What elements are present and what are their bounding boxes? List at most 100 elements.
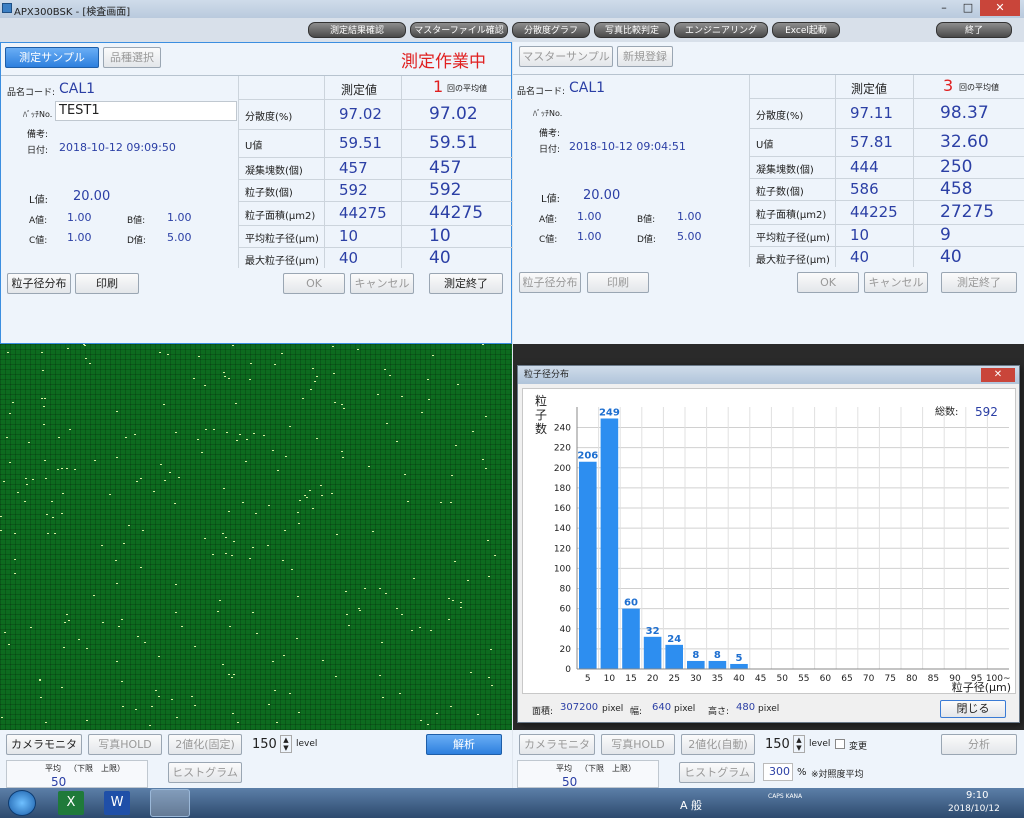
- ok-button[interactable]: OK: [283, 273, 345, 294]
- minimize-button[interactable]: –: [932, 0, 956, 16]
- measured-value: 586: [850, 180, 879, 198]
- camera-monitor-button[interactable]: カメラモニター: [6, 734, 82, 770]
- particle-dot: [232, 345, 234, 346]
- y-tick-label: 220: [554, 444, 571, 454]
- particle-dot: [413, 578, 415, 579]
- particle-dot: [115, 560, 117, 561]
- maximize-button[interactable]: □: [956, 0, 980, 16]
- tab-master-sample[interactable]: マスターサンプル: [519, 46, 613, 67]
- binarize-auto-button[interactable]: 2値化(自動): [681, 734, 755, 755]
- particle-dot: [252, 612, 254, 613]
- r-end-measure-button[interactable]: 測定終了: [941, 272, 1017, 293]
- close-button[interactable]: ✕: [980, 0, 1020, 16]
- particle-dot: [381, 642, 383, 643]
- dispersion-graph-button[interactable]: 分散度グラフ: [512, 22, 590, 38]
- table-row-divider: [750, 178, 1024, 179]
- particle-dot: [401, 396, 403, 397]
- apx-app-icon[interactable]: [150, 789, 190, 817]
- photo-hold-button[interactable]: 写真HOLD: [88, 734, 162, 755]
- binarize-fixed-button[interactable]: 2値化(固定): [168, 734, 242, 755]
- r-level-spinner[interactable]: ▲ ▼: [793, 735, 805, 753]
- particle-dot: [485, 468, 487, 469]
- row-label: 最大粒子径(μm): [756, 255, 830, 266]
- analyze-button[interactable]: 解析: [426, 734, 502, 755]
- particle-dot: [306, 497, 308, 498]
- particle-dot: [488, 576, 490, 577]
- batch-input[interactable]: TEST1: [55, 101, 237, 121]
- particle-dot: [14, 559, 16, 560]
- excel-button[interactable]: Excel起動: [772, 22, 840, 38]
- dialog-close-button[interactable]: 閉じる: [940, 700, 1006, 718]
- engineering-button[interactable]: エンジニアリング: [674, 22, 768, 38]
- particle-dot: [450, 502, 452, 503]
- particle-dot: [487, 540, 489, 541]
- particle-dot: [149, 725, 151, 726]
- ime-indicator[interactable]: A 般: [680, 797, 702, 813]
- x-tick-label: 85: [928, 674, 939, 684]
- particle-dot: [428, 399, 430, 400]
- level-spinner[interactable]: ▲ ▼: [280, 735, 292, 753]
- excel-app-icon[interactable]: X: [58, 791, 84, 815]
- percent-input[interactable]: 300: [763, 763, 793, 781]
- level-value[interactable]: 150: [252, 737, 277, 752]
- particle-dot: [485, 416, 487, 417]
- r-histogram-button[interactable]: ヒストグラム: [679, 762, 755, 783]
- table-row-divider: [750, 98, 1024, 99]
- result-check-button[interactable]: 測定結果確認: [308, 22, 406, 38]
- date-value: 2018-10-12 09:09:50: [59, 141, 176, 154]
- r-particle-dist-button[interactable]: 粒子径分布: [519, 272, 581, 293]
- particle-dot: [61, 468, 63, 469]
- print-button[interactable]: 印刷: [75, 273, 139, 294]
- end-measure-button[interactable]: 測定終了: [429, 273, 503, 294]
- word-app-icon[interactable]: W: [104, 791, 130, 815]
- particle-dot: [41, 398, 43, 399]
- cancel-button[interactable]: キャンセル: [350, 273, 414, 294]
- r-analyze-button[interactable]: 分析: [941, 734, 1017, 755]
- particle-dot: [341, 404, 343, 405]
- particle-dot: [78, 639, 80, 640]
- tab-variety-select[interactable]: 品種選択: [103, 47, 161, 68]
- r-level-value[interactable]: 150: [765, 737, 790, 752]
- bar-data-label: 8: [714, 650, 721, 661]
- particle-dot: [448, 619, 450, 620]
- change-checkbox[interactable]: [835, 739, 845, 749]
- r-cancel-button[interactable]: キャンセル: [864, 272, 928, 293]
- x-tick-label: 25: [668, 674, 679, 684]
- particle-dot: [116, 411, 118, 412]
- r-ok-button[interactable]: OK: [797, 272, 859, 293]
- r-print-button[interactable]: 印刷: [587, 272, 649, 293]
- photo-compare-button[interactable]: 写真比較判定: [594, 22, 670, 38]
- y-tick-label: 160: [554, 504, 571, 514]
- histogram-button[interactable]: ヒストグラム: [168, 762, 242, 783]
- particle-dot: [128, 525, 130, 526]
- particle-dist-button[interactable]: 粒子径分布: [7, 273, 71, 294]
- r-count-value: 3: [943, 76, 954, 95]
- memo-label: 備考:: [27, 130, 49, 140]
- exit-button[interactable]: 終了: [936, 22, 1012, 38]
- dialog-close-icon[interactable]: ✕: [981, 368, 1015, 382]
- particle-dot: [231, 677, 233, 678]
- particle-dot: [14, 573, 16, 574]
- average-value: 44275: [429, 203, 484, 223]
- start-button[interactable]: [8, 790, 36, 816]
- x-tick-label: 50: [776, 674, 788, 684]
- r-photo-hold-button[interactable]: 写真HOLD: [601, 734, 675, 755]
- table-row-divider: [750, 246, 1024, 247]
- y-tick-label: 200: [554, 464, 571, 474]
- r-camera-monitor-button[interactable]: カメラモニター: [519, 734, 595, 770]
- tab-measure-sample[interactable]: 測定サンプル: [5, 47, 99, 68]
- particle-dot: [167, 354, 169, 355]
- master-file-button[interactable]: マスターファイル確認: [410, 22, 508, 38]
- particle-dot: [229, 626, 231, 627]
- particle-dot: [250, 363, 252, 364]
- measured-value: 40: [850, 248, 870, 266]
- tab-new-register[interactable]: 新規登録: [617, 46, 673, 67]
- particle-dot: [421, 412, 423, 413]
- particle-dot: [282, 560, 284, 561]
- particle-dot: [252, 547, 254, 548]
- percent-unit: %: [797, 767, 807, 778]
- r-avg-label: 平均: [556, 764, 572, 773]
- measured-value: 457: [339, 159, 368, 177]
- r-b-label: B値:: [637, 215, 656, 225]
- d-value: 5.00: [167, 231, 192, 244]
